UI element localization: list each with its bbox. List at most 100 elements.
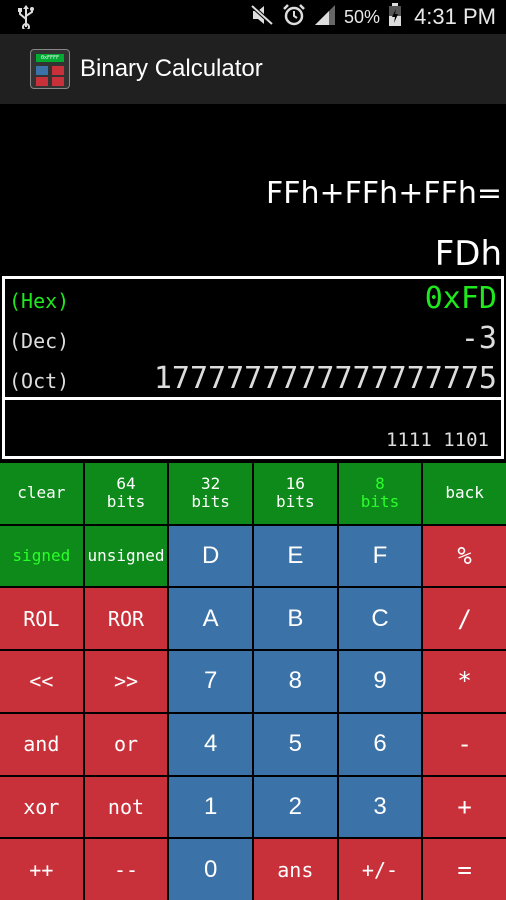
key-c[interactable]: C [338,588,422,650]
key-label: B [287,604,304,632]
key-label: >> [113,669,139,694]
key-label: 3 [373,792,387,820]
key-9[interactable]: 9 [338,651,422,712]
oct-row: (Oct) 1777777777777777775 [5,361,501,401]
clock: 4:31 PM [414,4,496,29]
key-label: 7 [203,667,218,695]
key-32minusbits[interactable]: 32 bits [169,463,252,524]
key-label: D [201,542,220,570]
key-back[interactable]: back [423,463,506,524]
key-label: signed [12,546,71,566]
key-b[interactable]: B [253,588,337,650]
key-0[interactable]: 0 [169,839,252,900]
battery-percent: 50% [344,6,381,27]
key-increment[interactable]: ++ [0,839,83,900]
key-1[interactable]: 1 [169,776,252,838]
oct-value: 1777777777777777775 [153,361,497,396]
key-label: 16 bits [276,474,315,512]
key-label: 8 [288,667,302,695]
key-rol[interactable]: ROL [0,588,83,650]
key-8minusbits[interactable]: 8 bits [338,463,422,524]
key-xor[interactable]: xor [0,776,83,838]
hex-value: 0xFD [424,281,497,316]
app-icon: 0xFFFF [30,49,70,89]
key-label: / [457,604,472,633]
key-label: not [107,794,145,819]
key-label: E [287,542,304,570]
key-multiply[interactable]: * [423,651,506,712]
key-6[interactable]: 6 [338,713,422,775]
key-label: 64 bits [106,474,146,512]
mute-icon [250,4,274,30]
key-label: clear [17,483,66,503]
key-label: << [29,669,54,694]
key-label: * [457,667,472,696]
key-label: back [445,483,484,503]
key-4[interactable]: 4 [169,713,252,775]
binary-value: 1111 1101 [386,429,489,451]
key-label: - [457,730,472,759]
hex-label: (Hex) [9,289,70,313]
dec-label: (Dec) [9,329,70,353]
conversion-panel: (Hex) 0xFD (Dec) -3 (Oct) 17777777777777… [2,276,504,459]
key-unsigned[interactable]: unsigned [84,525,168,587]
app-icon-screen: 0xFFFF [36,54,64,62]
key-a[interactable]: A [169,588,252,650]
key-or[interactable]: or [84,713,168,775]
key-signed[interactable]: signed [0,525,83,587]
key-d[interactable]: D [169,525,252,587]
key-64minusbits[interactable]: 64 bits [84,463,168,524]
key-16minusbits[interactable]: 16 bits [253,463,337,524]
app-title: Binary Calculator [80,55,263,82]
key-label: 0 [203,855,218,883]
key-percent[interactable]: % [423,525,506,587]
dec-row: (Dec) -3 [5,321,501,361]
key-negate[interactable]: +/- [338,839,422,900]
key-label: and [23,732,60,757]
hex-row: (Hex) 0xFD [5,281,501,321]
key-not[interactable]: not [84,776,168,838]
key-3[interactable]: 3 [338,776,422,838]
key-label: A [202,604,219,632]
key-label: xor [23,794,60,819]
key-ans[interactable]: ans [253,839,337,900]
key-label: F [372,542,388,570]
key-label: % [457,542,472,571]
key-label: ROR [107,606,145,631]
key-clear[interactable]: clear [0,463,83,524]
key-label: 4 [203,730,218,758]
key-decrement[interactable]: -- [84,839,168,900]
key-2[interactable]: 2 [253,776,337,838]
key-shift-right[interactable]: >> [84,651,168,712]
key-label: or [113,732,139,757]
key-ror[interactable]: ROR [84,588,168,650]
key-5[interactable]: 5 [253,713,337,775]
key-label: 6 [373,730,387,758]
key-label: = [457,855,472,884]
key-equals[interactable]: = [423,839,506,900]
panel-divider [5,397,501,400]
key-label: ROL [23,606,60,631]
key-label: -- [113,857,139,882]
key-label: C [371,604,389,632]
key-label: 9 [373,667,387,695]
action-bar: 0xFFFF Binary Calculator [0,34,506,104]
key-and[interactable]: and [0,713,83,775]
alarm-icon [282,3,306,31]
key-shift-left[interactable]: << [0,651,83,712]
key-7[interactable]: 7 [169,651,252,712]
key-plus[interactable]: + [423,776,506,838]
key-8[interactable]: 8 [253,651,337,712]
key-minus[interactable]: - [423,713,506,775]
key-label: unsigned [87,546,165,566]
expression-display: FFh+FFh+FFh= [266,176,502,211]
battery-icon [388,3,402,31]
key-e[interactable]: E [253,525,337,587]
key-label: 32 bits [191,474,230,512]
oct-label: (Oct) [9,369,70,393]
usb-icon [16,5,36,33]
key-label: ans [277,857,314,882]
key-f[interactable]: F [338,525,422,587]
key-label: +/- [361,857,399,882]
key-divide[interactable]: / [423,588,506,650]
